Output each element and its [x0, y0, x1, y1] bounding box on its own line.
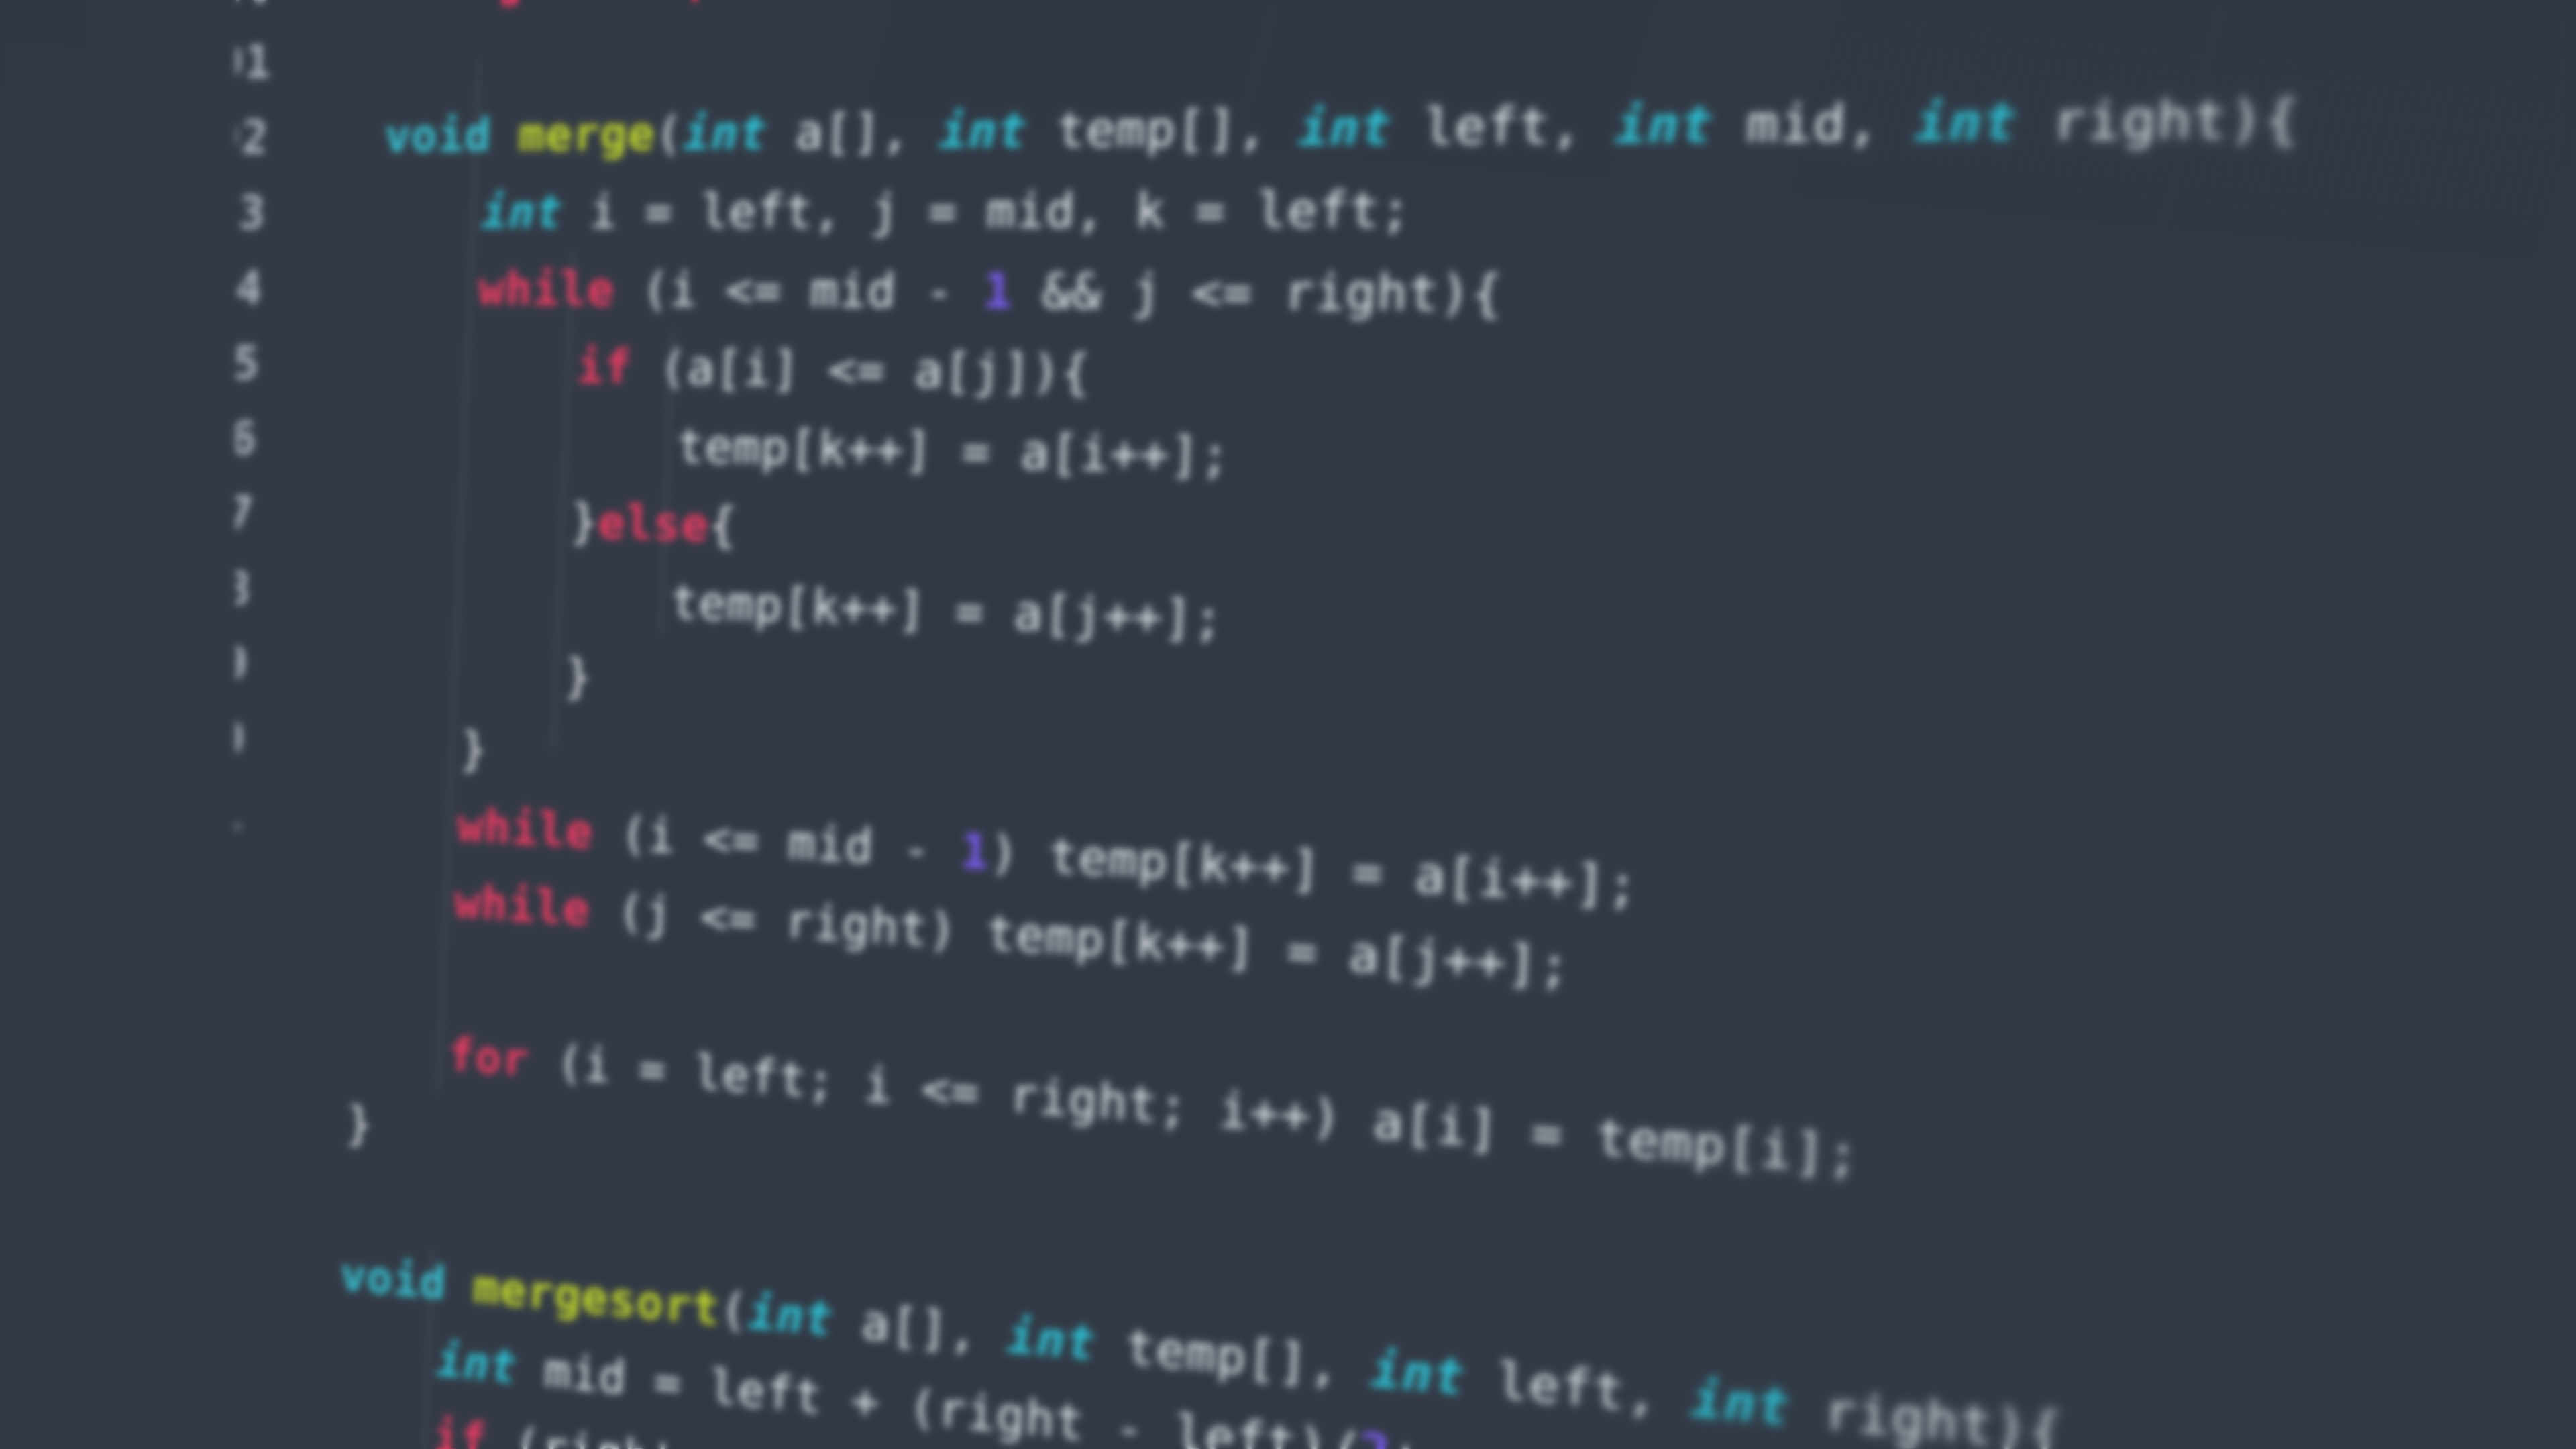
token-pl [801, 0, 832, 2]
token-type: int [435, 1334, 518, 1395]
token-pl: (a[i] <= a[j]){ [631, 341, 1091, 401]
token-pl: (i <= mid - [592, 806, 961, 879]
token-br: } [460, 723, 488, 777]
token-pl [445, 1258, 474, 1313]
token-pl: left, [1464, 1350, 1693, 1428]
token-pl: temp[k++] = a[j++]; [669, 576, 1224, 649]
line-code[interactable]: if (a[i] <= a[j]){ [374, 327, 1092, 414]
token-type: int [1006, 1309, 1097, 1372]
line-code[interactable]: while (i <= mid - 1 && j <= right){ [377, 251, 1505, 336]
token-pl: temp[k++] = a[i++]; [676, 420, 1232, 485]
token-kw: if [433, 1410, 488, 1449]
token-pl: right){ [2016, 90, 2302, 153]
token-type: int [1297, 100, 1393, 158]
editor-viewport[interactable]: 500using namespace std;501502void merge(… [135, 0, 2576, 1449]
token-type: int [480, 186, 564, 239]
token-pl [523, 0, 553, 8]
token-pl: i = left, j = mid, k = left; [561, 182, 1413, 239]
token-pl: ; [1389, 1426, 1423, 1449]
token-pl: temp[], [1026, 101, 1299, 159]
code-editor-screenshot: 500using namespace std;501502void merge(… [0, 0, 2576, 1449]
token-pl: right){ [1789, 1379, 2065, 1449]
token-pl: temp[], [1095, 1317, 1372, 1398]
token-pl: a[], [832, 1293, 1008, 1364]
token-kw: while [478, 263, 616, 317]
token-type: int [938, 103, 1028, 159]
token-pl: a[], [766, 105, 941, 160]
token-type: int [1690, 1371, 1792, 1438]
token-pl: std; [829, 0, 947, 2]
token-br: } [345, 1097, 374, 1151]
code-body[interactable]: 500using namespace std;501502void merge(… [129, 0, 2576, 1449]
token-fn: merge [517, 108, 656, 162]
line-code[interactable]: } [360, 707, 489, 789]
token-br: { [708, 498, 738, 553]
token-kw: for [447, 1029, 530, 1087]
token-pl: mid, [1712, 94, 1916, 154]
token-type: int [747, 1285, 834, 1347]
token-num: 1 [959, 824, 991, 881]
token-type: int [1614, 96, 1715, 155]
token-fn: mergesort [472, 1261, 721, 1337]
token-pl: (i <= mid - [613, 264, 984, 319]
token-type: int [1913, 93, 2019, 153]
token-br: } [570, 496, 599, 549]
line-code[interactable]: int i = left, j = mid, k = left; [380, 169, 1413, 252]
perspective-container: 500using namespace std;501502void merge(… [0, 0, 2576, 1449]
code-line[interactable]: 503int i = left, j = mid, k = left; [183, 162, 2576, 255]
line-code[interactable]: } [345, 1086, 374, 1164]
token-br: } [564, 650, 593, 704]
token-pl: && j <= right){ [1012, 264, 1504, 323]
line-code[interactable]: } [362, 631, 593, 716]
token-kw: while [456, 800, 594, 859]
token-pl [490, 109, 519, 162]
token-kw: while [453, 876, 591, 936]
left-bezel-mask [0, 0, 236, 1449]
token-type: int [1369, 1342, 1466, 1407]
token-kw: using [390, 0, 526, 11]
token-pl: ( [654, 107, 684, 161]
token-pl: ( [719, 1283, 749, 1340]
token-pl: left, [1391, 97, 1616, 156]
line-code[interactable]: }else{ [368, 479, 739, 566]
token-kw: namespace [551, 0, 803, 7]
token-kw: else [597, 496, 710, 553]
token-kw: if [576, 341, 633, 394]
token-type: int [682, 107, 769, 161]
token-num: 1 [982, 264, 1014, 319]
token-num: 2 [1358, 1424, 1391, 1449]
